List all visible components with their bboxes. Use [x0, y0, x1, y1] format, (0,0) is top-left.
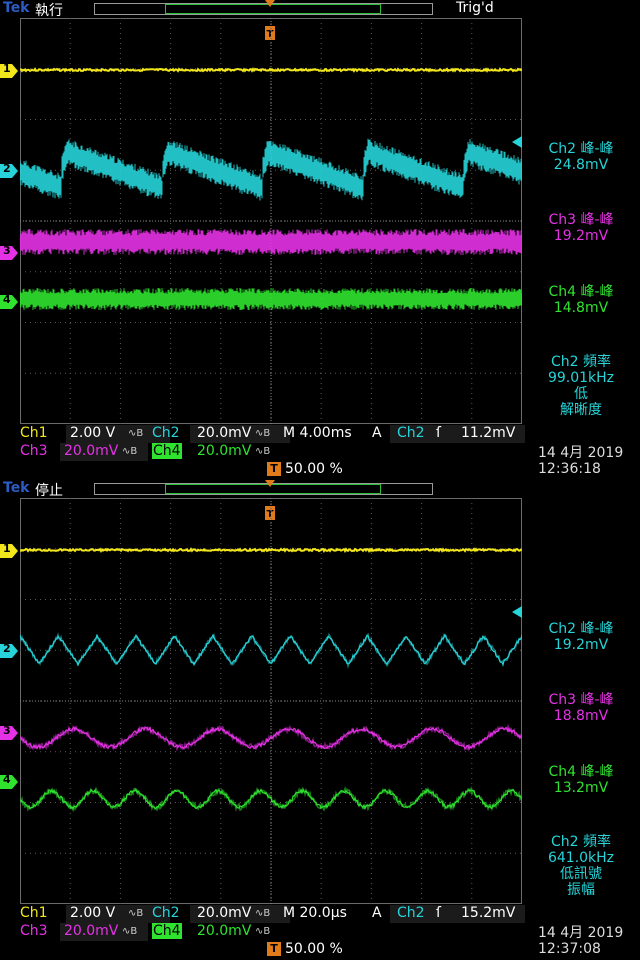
- date-time: 14 4月 2019 12:36:18: [538, 445, 624, 477]
- bandwidth-limit-icon: ∿B: [255, 908, 271, 919]
- ch2-label[interactable]: Ch2: [152, 425, 180, 441]
- ch1-waveform: [20, 67, 522, 73]
- ch4-scale[interactable]: 20.0mV: [197, 443, 251, 459]
- ch4-scale[interactable]: 20.0mV: [197, 923, 251, 939]
- record-length-bar: [94, 483, 433, 495]
- trigger-position-icon: T: [267, 942, 281, 956]
- trigger-slope-icon: ſ: [436, 905, 441, 921]
- ch3-scale[interactable]: 20.0mV: [64, 923, 118, 939]
- ch3-waveform: [20, 725, 522, 751]
- ch2-waveform: [20, 138, 522, 201]
- scope-screen-stop: Tek 停止 T 1 2 3 4 Ch2 峰-峰 19.2mV Ch3 峰-峰 18…: [0, 480, 640, 960]
- status-row-1: Ch1 2.00 V ∿B Ch2 20.0mV ∿B M 4.00ms A C…: [20, 425, 525, 443]
- ch1-label[interactable]: Ch1: [20, 425, 48, 441]
- trigger-position-icon: T: [267, 462, 281, 476]
- ch3-marker[interactable]: 3: [0, 724, 18, 740]
- ch4-marker[interactable]: 4: [0, 773, 18, 789]
- trigger-source[interactable]: Ch2: [397, 425, 425, 441]
- ch4-marker[interactable]: 4: [0, 293, 18, 309]
- bandwidth-limit-icon: ∿B: [128, 428, 144, 439]
- timebase[interactable]: M 4.00ms: [283, 425, 352, 441]
- trigger-level[interactable]: 15.2mV: [461, 905, 515, 921]
- measurement-ch3-pkpk: Ch3 峰-峰 18.8mV: [548, 692, 614, 724]
- measurement-ch4-pkpk: Ch4 峰-峰 13.2mV: [548, 764, 614, 796]
- ch1-scale[interactable]: 2.00 V: [70, 905, 115, 921]
- trigger-level-icon[interactable]: [510, 136, 522, 148]
- trigger-state: Trig'd: [456, 0, 494, 16]
- tek-logo: Tek: [3, 480, 30, 496]
- bandwidth-limit-icon: ∿B: [128, 908, 144, 919]
- ch4-label[interactable]: Ch4: [152, 443, 182, 459]
- measurement-ch4-pkpk: Ch4 峰-峰 14.8mV: [548, 284, 614, 316]
- trigger-source[interactable]: Ch2: [397, 905, 425, 921]
- trigger-level-icon[interactable]: [510, 606, 522, 618]
- ch2-marker[interactable]: 2: [0, 162, 18, 178]
- ch3-scale[interactable]: 20.0mV: [64, 443, 118, 459]
- waveform-graticule[interactable]: [20, 498, 522, 904]
- horizontal-position[interactable]: T 50.00 %: [267, 461, 343, 477]
- ch4-label[interactable]: Ch4: [152, 923, 182, 939]
- ch1-label[interactable]: Ch1: [20, 905, 48, 921]
- measurement-ch3-pkpk: Ch3 峰-峰 19.2mV: [548, 212, 614, 244]
- measurement-ch2-pkpk: Ch2 峰-峰 24.8mV: [548, 141, 614, 173]
- ch1-marker[interactable]: 1: [0, 62, 18, 78]
- timebase[interactable]: M 20.0µs: [283, 905, 347, 921]
- bandwidth-limit-icon: ∿B: [255, 926, 271, 937]
- trigger-level[interactable]: 11.2mV: [461, 425, 515, 441]
- ch3-marker[interactable]: 3: [0, 244, 18, 260]
- run-state[interactable]: 停止: [35, 480, 63, 500]
- trigger-mode[interactable]: A: [372, 425, 382, 441]
- ch1-scale[interactable]: 2.00 V: [70, 425, 115, 441]
- ch3-waveform: [20, 229, 522, 255]
- status-row-2: Ch3 20.0mV ∿B Ch4 20.0mV ∿B: [20, 443, 320, 461]
- ch2-marker[interactable]: 2: [0, 642, 18, 658]
- ch2-scale[interactable]: 20.0mV: [197, 425, 251, 441]
- status-row-2: Ch3 20.0mV ∿B Ch4 20.0mV ∿B: [20, 923, 320, 941]
- bandwidth-limit-icon: ∿B: [122, 446, 138, 457]
- ch4-waveform: [20, 288, 522, 310]
- ch2-scale[interactable]: 20.0mV: [197, 905, 251, 921]
- ch1-waveform: [20, 547, 522, 554]
- ch1-marker[interactable]: 1: [0, 542, 18, 558]
- trigger-slope-icon: ſ: [436, 425, 441, 441]
- date-time: 14 4月 2019 12:37:08: [538, 925, 624, 957]
- measurement-ch2-pkpk: Ch2 峰-峰 19.2mV: [548, 621, 614, 653]
- measurement-ch2-frequency: Ch2 頻率 641.0kHz 低訊號 振幅: [547, 834, 615, 898]
- ch3-label[interactable]: Ch3: [20, 923, 48, 939]
- tek-logo: Tek: [3, 0, 30, 16]
- bandwidth-limit-icon: ∿B: [255, 446, 271, 457]
- ch3-label[interactable]: Ch3: [20, 443, 48, 459]
- status-row-1: Ch1 2.00 V ∿B Ch2 20.0mV ∿B M 20.0µs A C…: [20, 905, 525, 923]
- ch2-label[interactable]: Ch2: [152, 905, 180, 921]
- bandwidth-limit-icon: ∿B: [122, 926, 138, 937]
- scope-screen-run: Tek 執行 Trig'd T 1 2 3 4 Ch2 峰-峰 24.8mV Ch…: [0, 0, 640, 480]
- waveform-graticule[interactable]: [20, 18, 522, 424]
- record-length-bar: [94, 3, 433, 15]
- trigger-mode[interactable]: A: [372, 905, 382, 921]
- run-state[interactable]: 執行: [35, 0, 63, 20]
- bandwidth-limit-icon: ∿B: [255, 428, 271, 439]
- horizontal-position[interactable]: T 50.00 %: [267, 941, 343, 957]
- measurement-ch2-frequency: Ch2 頻率 99.01kHz 低解晰度: [547, 354, 615, 418]
